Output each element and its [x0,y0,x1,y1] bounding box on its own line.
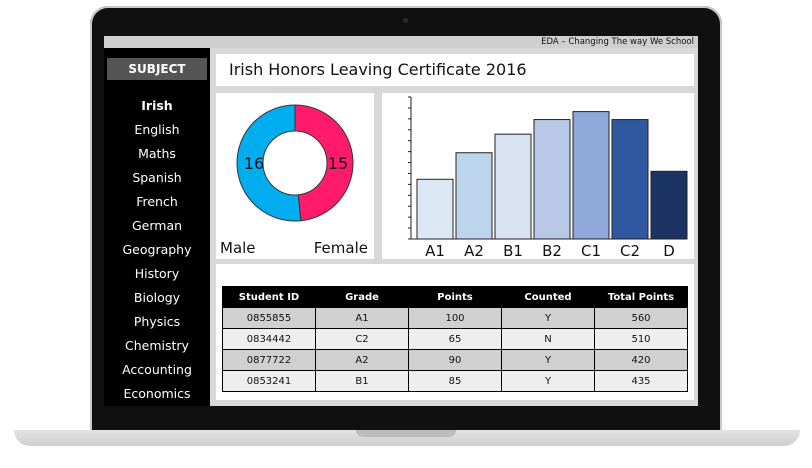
title-panel: Irish Honors Leaving Certificate 2016 [216,54,694,86]
table-cell: 0877722 [222,349,316,371]
laptop-base-notch [356,430,456,437]
x-tick-label: D [663,242,675,259]
sidebar-item-economics[interactable]: Economics [104,386,210,402]
column-header: Total Points [594,286,688,308]
sidebar-item-german[interactable]: German [104,218,210,234]
gender-donut-panel: 16 15 Male Female [216,93,374,259]
table-cell: 435 [594,370,688,392]
table-cell: 510 [594,328,688,350]
page-title: Irish Honors Leaving Certificate 2016 [229,60,527,79]
table-cell: 85 [408,370,502,392]
table-header-row: Student ID Grade Points Counted Total Points [222,286,688,308]
table-cell: Y [501,307,595,329]
sidebar-item-spanish[interactable]: Spanish [104,170,210,186]
sidebar-item-history[interactable]: History [104,266,210,282]
column-header: Counted [501,286,595,308]
female-label: Female [313,239,368,257]
results-table: Student ID Grade Points Counted Total Points… [222,286,688,392]
table-row: 0877722 A2 90 Y 420 [222,349,688,371]
sidebar-item-irish[interactable]: Irish [104,98,210,114]
table-cell: 0855855 [222,307,316,329]
table-row: 0834442 C2 65 N 510 [222,328,688,350]
sidebar-item-maths[interactable]: Maths [104,146,210,162]
subject-sidebar: SUBJECT Irish English Maths Spanish French Ge… [104,48,210,406]
x-tick-label: A1 [425,242,445,259]
table-cell: Y [501,370,595,392]
sidebar-item-english[interactable]: English [104,122,210,138]
results-table-panel: Student ID Grade Points Counted Total Points… [216,264,694,400]
table-cell: A1 [315,307,409,329]
webcam [403,18,408,23]
female-count-label: 15 [328,154,348,173]
screen-header-text: EDA – Changing The way We School [541,37,694,47]
table-cell: 100 [408,307,502,329]
column-header: Points [408,286,502,308]
sidebar-item-physics[interactable]: Physics [104,314,210,330]
gender-donut-chart: 16 15 [236,104,354,222]
sidebar-item-accounting[interactable]: Accounting [104,362,210,378]
x-tick-label: B2 [542,242,562,259]
sidebar-item-french[interactable]: French [104,194,210,210]
table-row: 0855855 A1 100 Y 560 [222,307,688,329]
table-cell: C2 [315,328,409,350]
grade-bar-chart-panel: A1 A2 B1 B2 C1 C2 D [382,93,694,259]
sidebar-item-chemistry[interactable]: Chemistry [104,338,210,354]
grade-bar-chart: A1 A2 B1 B2 C1 C2 D [408,96,688,259]
table-cell: 0834442 [222,328,316,350]
bar-b2 [533,119,571,240]
table-cell: 65 [408,328,502,350]
bar-a2 [455,152,493,240]
table-row: 0853241 B1 85 Y 435 [222,370,688,392]
laptop-screen: EDA – Changing The way We School SUBJECT… [104,36,698,406]
male-label: Male [220,239,256,257]
x-tick-label: C2 [620,242,640,259]
x-tick-label: B1 [503,242,523,259]
bar-d [650,170,688,240]
table-cell: N [501,328,595,350]
male-count-label: 16 [244,154,264,173]
table-cell: 560 [594,307,688,329]
table-cell: 0853241 [222,370,316,392]
table-cell: Y [501,349,595,371]
subject-header: SUBJECT [107,58,207,80]
column-header: Student ID [222,286,316,308]
screen-header-bar: EDA – Changing The way We School [104,36,698,48]
table-cell: 90 [408,349,502,371]
bar-a1 [416,178,454,240]
x-tick-label: A2 [464,242,484,259]
bar-c2 [611,119,649,240]
column-header: Grade [315,286,409,308]
table-cell: B1 [315,370,409,392]
x-tick-label: C1 [581,242,601,259]
bar-c1 [572,111,610,240]
sidebar-item-biology[interactable]: Biology [104,290,210,306]
table-cell: 420 [594,349,688,371]
bar-b1 [494,133,532,240]
table-cell: A2 [315,349,409,371]
sidebar-item-geography[interactable]: Geography [104,242,210,258]
